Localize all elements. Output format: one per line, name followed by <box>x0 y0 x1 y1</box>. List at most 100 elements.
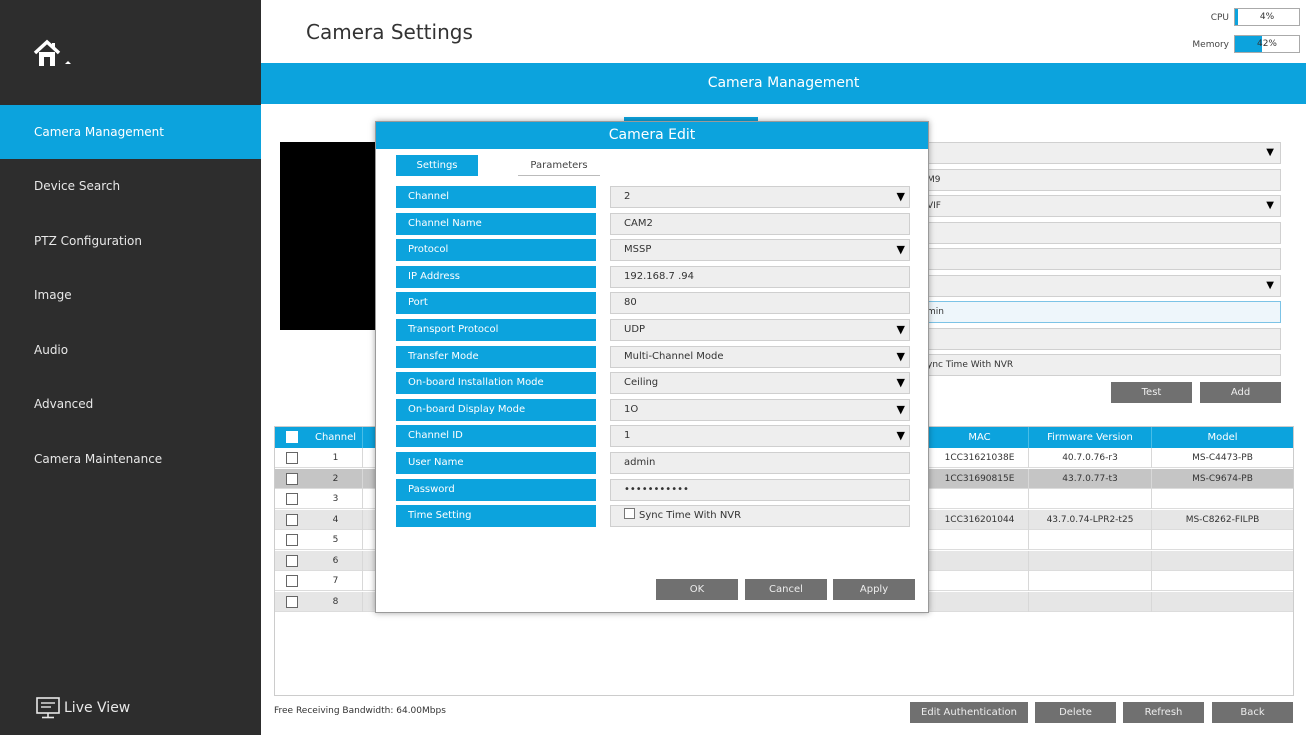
protocol-field[interactable]: MSSP ▼ <box>610 239 910 262</box>
channel-name-field[interactable]: CAM2 <box>610 212 910 235</box>
port-field[interactable]: 80 <box>610 292 910 315</box>
cpu-value: 4% <box>1259 12 1275 22</box>
bandwidth-status: Free Receiving Bandwidth: 64.00Mbps <box>274 706 446 716</box>
sidebar: Camera Management Device Search PTZ Conf… <box>0 0 261 735</box>
field-label-user-name: User Name <box>396 452 596 474</box>
add-button[interactable]: Add <box>1200 382 1281 403</box>
channel-field[interactable]: 2 ▼ <box>610 186 910 208</box>
column-header-mac: MAC <box>931 427 1029 448</box>
bg-field-8[interactable] <box>912 328 1281 350</box>
live-view-label: Live View <box>64 700 131 716</box>
row-checkbox[interactable] <box>286 493 298 505</box>
bg-field-5[interactable] <box>912 248 1281 270</box>
transfer-mode-value: Multi-Channel Mode <box>624 350 724 362</box>
row-checkbox[interactable] <box>286 513 298 526</box>
bg-field-7[interactable]: min <box>912 301 1281 323</box>
triangle-down-icon: ▼ <box>896 402 905 416</box>
cell-firmware <box>1029 550 1152 571</box>
cell-mac <box>931 489 1029 509</box>
tab-parameters[interactable]: Parameters <box>518 155 600 176</box>
row-checkbox[interactable] <box>286 595 298 608</box>
on-board-display-mode-field[interactable]: 1O ▼ <box>610 398 910 421</box>
row-checkbox[interactable] <box>286 534 298 546</box>
channel-id-value: 1 <box>624 430 631 442</box>
bg-field-2[interactable]: M9 <box>912 169 1281 191</box>
ip-address-field[interactable]: 192.168.7 .94 <box>610 265 910 288</box>
camera-edit-dialog: Camera Edit Settings Parameters Channel 2… <box>375 121 929 613</box>
apply-button[interactable]: Apply <box>833 579 915 600</box>
test-button[interactable]: Test <box>1111 382 1192 403</box>
sidebar-item-camera-maintenance[interactable]: Camera Maintenance <box>0 432 261 486</box>
delete-button[interactable]: Delete <box>1035 702 1116 723</box>
sidebar-item-image[interactable]: Image <box>0 268 261 322</box>
memory-meter: 42% <box>1234 35 1300 53</box>
transport-protocol-value: UDP <box>624 324 646 335</box>
triangle-down-icon: ▼ <box>896 429 905 443</box>
section-bar: Camera Management <box>261 63 1306 104</box>
sidebar-item-camera-management[interactable]: Camera Management <box>0 105 261 159</box>
cell-firmware <box>1029 530 1152 550</box>
home-icon[interactable] <box>33 38 73 70</box>
user-name-field[interactable]: admin <box>610 452 910 474</box>
password-value: ••••••••••• <box>624 483 689 495</box>
cell-channel: 6 <box>309 550 363 571</box>
cpu-label: CPU <box>1210 13 1229 23</box>
ok-button[interactable]: OK <box>656 579 738 600</box>
triangle-down-icon: ▼ <box>896 243 905 257</box>
cell-mac: 1CC31621038E <box>931 448 1029 468</box>
field-label-time-setting: Time Setting <box>396 505 596 528</box>
cell-firmware: 43.7.0.74-LPR2-t25 <box>1029 509 1152 530</box>
time-setting-field[interactable]: Sync Time With NVR <box>610 505 910 528</box>
password-field[interactable]: ••••••••••• <box>610 478 910 501</box>
cell-channel: 4 <box>309 509 363 530</box>
field-label-port: Port <box>396 292 596 315</box>
field-label-transfer-mode: Transfer Mode <box>396 345 596 368</box>
bg-field-3-value: VIF <box>927 201 941 211</box>
select-all-checkbox[interactable] <box>286 431 298 443</box>
live-view-button[interactable]: Live View <box>36 694 130 722</box>
on-board-installation-mode-field[interactable]: Ceiling ▼ <box>610 372 910 395</box>
sidebar-item-audio[interactable]: Audio <box>0 323 261 377</box>
bg-field-3[interactable]: VIF ▼ <box>912 195 1281 217</box>
channel-value: 2 <box>624 191 631 202</box>
transport-protocol-field[interactable]: UDP ▼ <box>610 319 910 341</box>
triangle-down-icon: ▼ <box>896 376 905 390</box>
sidebar-item-device-search[interactable]: Device Search <box>0 159 261 213</box>
bg-field-9-value: ync Time With NVR <box>927 360 1014 370</box>
field-label-channel-id: Channel ID <box>396 425 596 448</box>
sidebar-item-ptz-configuration[interactable]: PTZ Configuration <box>0 214 261 268</box>
bg-field-6[interactable]: ▼ <box>912 275 1281 297</box>
sidebar-item-advanced[interactable]: Advanced <box>0 377 261 431</box>
transfer-mode-field[interactable]: Multi-Channel Mode ▼ <box>610 345 910 368</box>
cancel-button[interactable]: Cancel <box>745 579 827 600</box>
row-checkbox[interactable] <box>286 452 298 464</box>
field-label-channel: Channel <box>396 186 596 208</box>
row-checkbox[interactable] <box>286 554 298 567</box>
triangle-down-icon: ▼ <box>896 349 905 363</box>
tab-settings[interactable]: Settings <box>396 155 478 176</box>
row-checkbox[interactable] <box>286 575 298 587</box>
back-button[interactable]: Back <box>1212 702 1293 723</box>
cell-channel: 7 <box>309 571 363 591</box>
cell-model <box>1152 489 1293 509</box>
cell-mac <box>931 591 1029 612</box>
bg-field-1[interactable]: ▼ <box>912 142 1281 164</box>
on-board-display-mode-value: 1O <box>624 403 639 415</box>
protocol-value: MSSP <box>624 244 652 256</box>
user-name-value: admin <box>624 457 656 468</box>
field-label-password: Password <box>396 478 596 501</box>
bg-field-4[interactable] <box>912 222 1281 244</box>
memory-value: 42% <box>1256 39 1277 49</box>
channel-id-field[interactable]: 1 ▼ <box>610 425 910 448</box>
edit-authentication-button[interactable]: Edit Authentication <box>910 702 1028 723</box>
bg-field-2-value: M9 <box>927 175 941 185</box>
monitor-icon <box>36 697 60 719</box>
cell-model <box>1152 551 1293 571</box>
channel-name-value: CAM2 <box>624 217 653 229</box>
row-checkbox[interactable] <box>286 472 298 485</box>
sync-time-checkbox[interactable] <box>624 508 635 520</box>
bg-field-9[interactable]: ync Time With NVR <box>912 354 1281 376</box>
cell-model <box>1152 592 1293 612</box>
refresh-button[interactable]: Refresh <box>1123 702 1204 723</box>
field-label-ip-address: IP Address <box>396 265 596 288</box>
